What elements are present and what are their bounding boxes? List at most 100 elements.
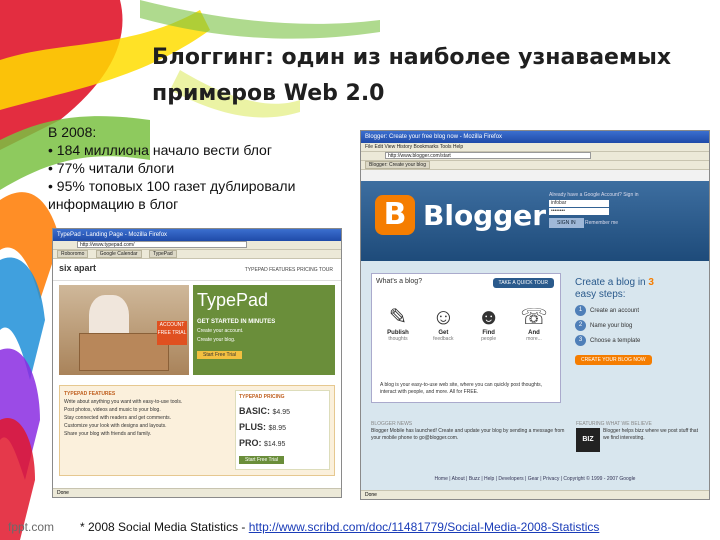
blogger-page: B Blogger Already have a Google Account?… [361,181,709,490]
stats-item: • 184 миллиона начало вести блог [48,142,272,158]
blogger-header: B Blogger Already have a Google Account?… [361,181,709,261]
feature-sub: people [481,336,497,342]
footnote: * 2008 Social Media Statistics - http://… [80,520,599,534]
remember-me-label[interactable]: Remember me [585,220,618,226]
plan-plus: PLUS: $8.95 [239,422,326,432]
address-input[interactable]: http://www.blogger.com/start [385,152,592,159]
create-blog-button[interactable]: CREATE YOUR BLOG NOW [575,355,652,365]
feature-line: Post photos, videos and music to your bl… [64,407,161,413]
steps-heading: Create a blog in 3 easy steps: [575,277,697,301]
cardboard-box [79,333,169,371]
sign-in-button[interactable]: SIGN IN [549,218,584,228]
phone-icon: ☏ [520,304,548,329]
username-field[interactable]: infobar [549,200,609,207]
feedback-feature: ☺ Get feedback [425,304,461,342]
feature-icons: ✎ Publish thoughts ☺ Get feedback ☻ Find… [380,304,552,342]
slide-title: Блоггинг: один из наиболее узнаваемых пр… [152,40,692,112]
featured-blog: FEATURING WHAT WE BELIEVE BIZ Blogger he… [576,421,701,452]
blogger-browser-window: Blogger: Create your free blog now - Moz… [360,130,710,500]
brand-watermark: fppt.com [8,520,55,534]
footnote-text: * 2008 Social Media Statistics - [80,520,249,534]
blogger-logo-icon: B [375,195,415,235]
address-bar: http://www.typepad.com/ [53,241,341,250]
step-label: Name your blog [590,322,633,329]
password-field[interactable]: •••••••• [549,208,609,215]
step-number-icon: 2 [575,320,586,331]
address-bar: http://www.blogger.com/start [361,152,709,161]
tab-bar: Blogger: Create your blog [361,161,709,170]
tab-blogger[interactable]: Blogger: Create your blog [365,161,430,169]
plan-price: $4.95 [272,409,291,416]
plan-name: PRO: [239,438,262,448]
pencil-icon: ✎ [388,304,408,329]
create-blog-steps: Create a blog in 3 easy steps: 1 Create a… [571,273,701,403]
steps-heading-text: Create a blog in [575,277,646,288]
typepad-browser-window: TypePad - Landing Page - Mozilla Firefox… [52,228,342,498]
news-text: Blogger Mobile has launched! Create and … [371,428,565,441]
window-title: Blogger: Create your free blog now - Moz… [361,131,709,143]
typepad-page: six apart TYPEPAD FEATURES PRICING TOUR … [53,259,341,488]
typepad-features: TYPEPAD FEATURES Write about anything yo… [64,390,234,438]
plan-price: $14.95 [264,441,286,448]
free-trial-badge: ACCOUNT FREE TRIAL [157,321,187,345]
plan-pro: PRO: $14.95 [239,438,326,448]
typepad-topbar: six apart TYPEPAD FEATURES PRICING TOUR [53,259,341,281]
typepad-logo: TypePad [197,290,269,310]
step-number-icon: 1 [575,305,586,316]
feature-line: Customize your look with designs and lay… [64,423,167,429]
blog-description: A blog is your easy-to-use web site, whe… [380,382,543,395]
quick-tour-button[interactable]: TAKE A QUICK TOUR [492,278,554,288]
free-trial-button[interactable]: Start Free Trial [197,351,243,359]
step-item[interactable]: 3 Choose a template [575,335,697,346]
speech-icon: ☺ [432,304,455,329]
typepad-lower-panel: TYPEPAD FEATURES Write about anything yo… [59,385,335,476]
stats-item: • 95% топовых 100 газет дублировали [48,178,296,194]
plan-name: BASIC: [239,406,270,416]
feature-line: Stay connected with readers and get comm… [64,415,172,421]
steps-number: 3 [648,277,654,288]
stats-item: информацию в блог [48,196,179,212]
news-label: BLOGGER NEWS [371,421,413,427]
tab-google-calendar[interactable]: Google Calendar [95,250,142,258]
step-item[interactable]: 1 Create an account [575,305,697,316]
feature-sub: thoughts [388,336,408,342]
features-heading: TYPEPAD FEATURES [64,391,116,397]
status-bar: Done [53,488,341,497]
publish-feature: ✎ Publish thoughts [380,304,416,342]
address-input[interactable]: http://www.typepad.com/ [77,241,248,248]
feature-sub: feedback [433,336,454,342]
login-box: Already have a Google Account? Sign in i… [549,191,699,228]
login-label: Already have a Google Account? Sign in [549,192,639,198]
step-number-icon: 3 [575,335,586,346]
stats-item: • 77% читали блоги [48,160,175,176]
plan-basic: BASIC: $4.95 [239,406,326,416]
menu-bar[interactable]: File Edit View History Bookmarks Tools H… [361,143,709,152]
slide-title-line-2: примеров Web 2.0 [152,81,385,106]
create-blog-step: Create your blog. [197,337,236,343]
tab-bar: Roboromo Google Calendar TypePad [53,250,341,259]
tab-typepad[interactable]: TypePad [148,250,177,258]
featured-label: FEATURING WHAT WE BELIEVE [576,421,652,427]
people-icon: ☻ [477,304,501,329]
tab-roboromo[interactable]: Roboromo [57,250,89,258]
step-label: Create an account [590,307,640,314]
start-trial-button[interactable]: Start Free Trial [239,456,285,464]
stats-year: В 2008: [48,124,97,140]
more-feature: ☏ And more... [516,304,552,342]
step-label: Choose a template [590,337,641,344]
step-item[interactable]: 2 Name your blog [575,320,697,331]
people-feature: ☻ Find people [471,304,507,342]
create-account-step: Create your account. [197,328,244,334]
footnote-link[interactable]: http://www.scribd.com/doc/11481779/Socia… [249,520,600,534]
window-title: TypePad - Landing Page - Mozilla Firefox [53,229,341,241]
whats-a-blog-panel: What's a blog? TAKE A QUICK TOUR ✎ Publi… [371,273,561,403]
feature-sub: more... [526,336,542,342]
blogger-footer[interactable]: Home | About | Buzz | Help | Developers … [361,476,709,482]
feature-line: Write about anything you want with easy-… [64,399,183,405]
stats-list: В 2008: • 184 миллиона начало вести блог… [48,123,358,213]
steps-heading-tail: easy steps: [575,289,626,300]
status-bar: Done [361,490,709,499]
plan-name: PLUS: [239,422,266,432]
typepad-nav[interactable]: TYPEPAD FEATURES PRICING TOUR [245,267,333,273]
six-apart-logo: six apart [59,263,97,273]
